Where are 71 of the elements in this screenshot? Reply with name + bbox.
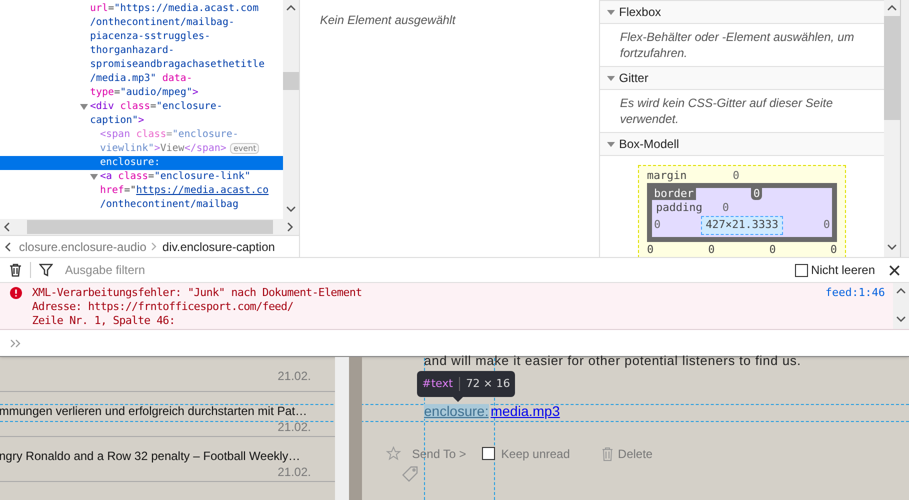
item-date: 21.02. [278,465,311,479]
padding-value: 0 [722,200,729,216]
section-note: Es wird kein CSS-Gitter auf dieser Seite verwendet. [619,95,834,128]
markup-line[interactable]: piacenza-sstruggles- [0,30,283,44]
star-icon[interactable] [386,446,401,461]
markup-line[interactable]: thorganhazard- [0,44,283,58]
markup-line[interactable]: /onthecontinent/mailbag- [0,16,283,30]
item-date: 21.02. [278,420,311,434]
markup-line[interactable]: /onthecontinent/mailbag [0,198,283,212]
markup-line[interactable]: spromiseandbragachasethetitle [0,58,283,72]
margin-value: 0 [830,242,837,257]
breadcrumb[interactable]: div.enclosure-caption [162,238,275,256]
padding-value: 0 [823,217,830,233]
article-text: and will make it easier for other potential listeners to find us. [424,352,802,370]
item-title: ngry Ronaldo and a Row 32 penalty – Football Weekly… [0,449,302,463]
padding-value: 0 [654,217,661,233]
checkbox-label: Nicht leeren [810,262,875,279]
node-name: #text [422,376,453,392]
markup-line[interactable]: <a class="enclosure-link" [0,170,283,184]
markup-line[interactable]: <div class="enclosure- [0,100,283,114]
horizontal-scrollbar[interactable] [0,219,299,235]
error-message-line: XML-Verarbeitungsfehler: "Junk" nach Dokument-Element [32,286,363,300]
source-link[interactable]: feed:1:46 [825,286,885,328]
breadcrumb[interactable]: closure.enclosure-audio [19,238,146,256]
error-message-line: Zeile Nr. 1, Spalte 46: [32,314,176,328]
margin-value: 0 [647,242,654,257]
markup-line[interactable]: caption"> [0,114,283,128]
error-icon [10,287,22,299]
margin-value: 0 [732,168,740,184]
event-badge[interactable]: event [230,143,260,154]
chevron-right-icon [151,242,158,251]
markup-line[interactable]: <span class="enclosure- [0,128,283,142]
enclosure-label: enclosure: [424,404,489,418]
border-value: 0 [751,188,762,200]
item-date: 21.02. [278,369,311,383]
markup-line[interactable]: /media.mp3" data- [0,72,283,86]
border-label: border [652,188,696,200]
margin-label: margin [647,168,687,184]
enclosure-link[interactable]: media.mp3 [490,404,560,418]
section-header[interactable]: Flexbox [600,0,884,24]
scrollbar[interactable] [884,0,900,257]
filter-field[interactable]: Ausgabe filtern [65,261,787,279]
error-message-line: Adresse: https://frntofficesport.com/feed/ [32,300,294,314]
scrollbar[interactable] [335,357,349,500]
markup-line[interactable]: viewlink">View</span> event [0,142,283,156]
markup-line[interactable]: href="https://media.acast.co [0,184,283,198]
checkbox[interactable] [482,447,496,460]
close-icon[interactable] [889,264,900,276]
trash-icon[interactable] [9,263,22,277]
section-header[interactable]: Box-Modell [600,132,884,156]
markup-line[interactable]: type="audio/mpeg"> [0,86,283,100]
twisty-icon[interactable] [80,104,88,110]
prompt-icon [10,338,21,348]
scrollbar[interactable] [893,283,909,329]
border-value: 0 [708,242,715,257]
section-note: Flex-Behälter oder -Element auswählen, um fortzufahren. [619,29,856,62]
scrollbar-thumb[interactable] [884,16,900,120]
scrollbar[interactable] [283,0,299,219]
item-title: mmungen verlieren und erfolgreich durchstarten mit Pat… [0,404,308,418]
border-value: 0 [769,242,776,257]
node-size: 72 × 16 [466,376,510,392]
checkbox[interactable] [794,264,808,276]
empty-message: Kein Element ausgewählt [320,13,456,27]
scrollbar-thumb[interactable] [283,72,299,90]
padding-label: padding [656,200,702,216]
checkbox-label: Keep unread [501,446,570,462]
content-size: 427×21.3333 [700,216,784,234]
twisty-icon[interactable] [90,174,98,180]
markup-line[interactable]: url="https://media.acast.com [0,2,283,16]
section-header[interactable]: Gitter [600,66,884,90]
filter-icon[interactable] [39,263,53,277]
